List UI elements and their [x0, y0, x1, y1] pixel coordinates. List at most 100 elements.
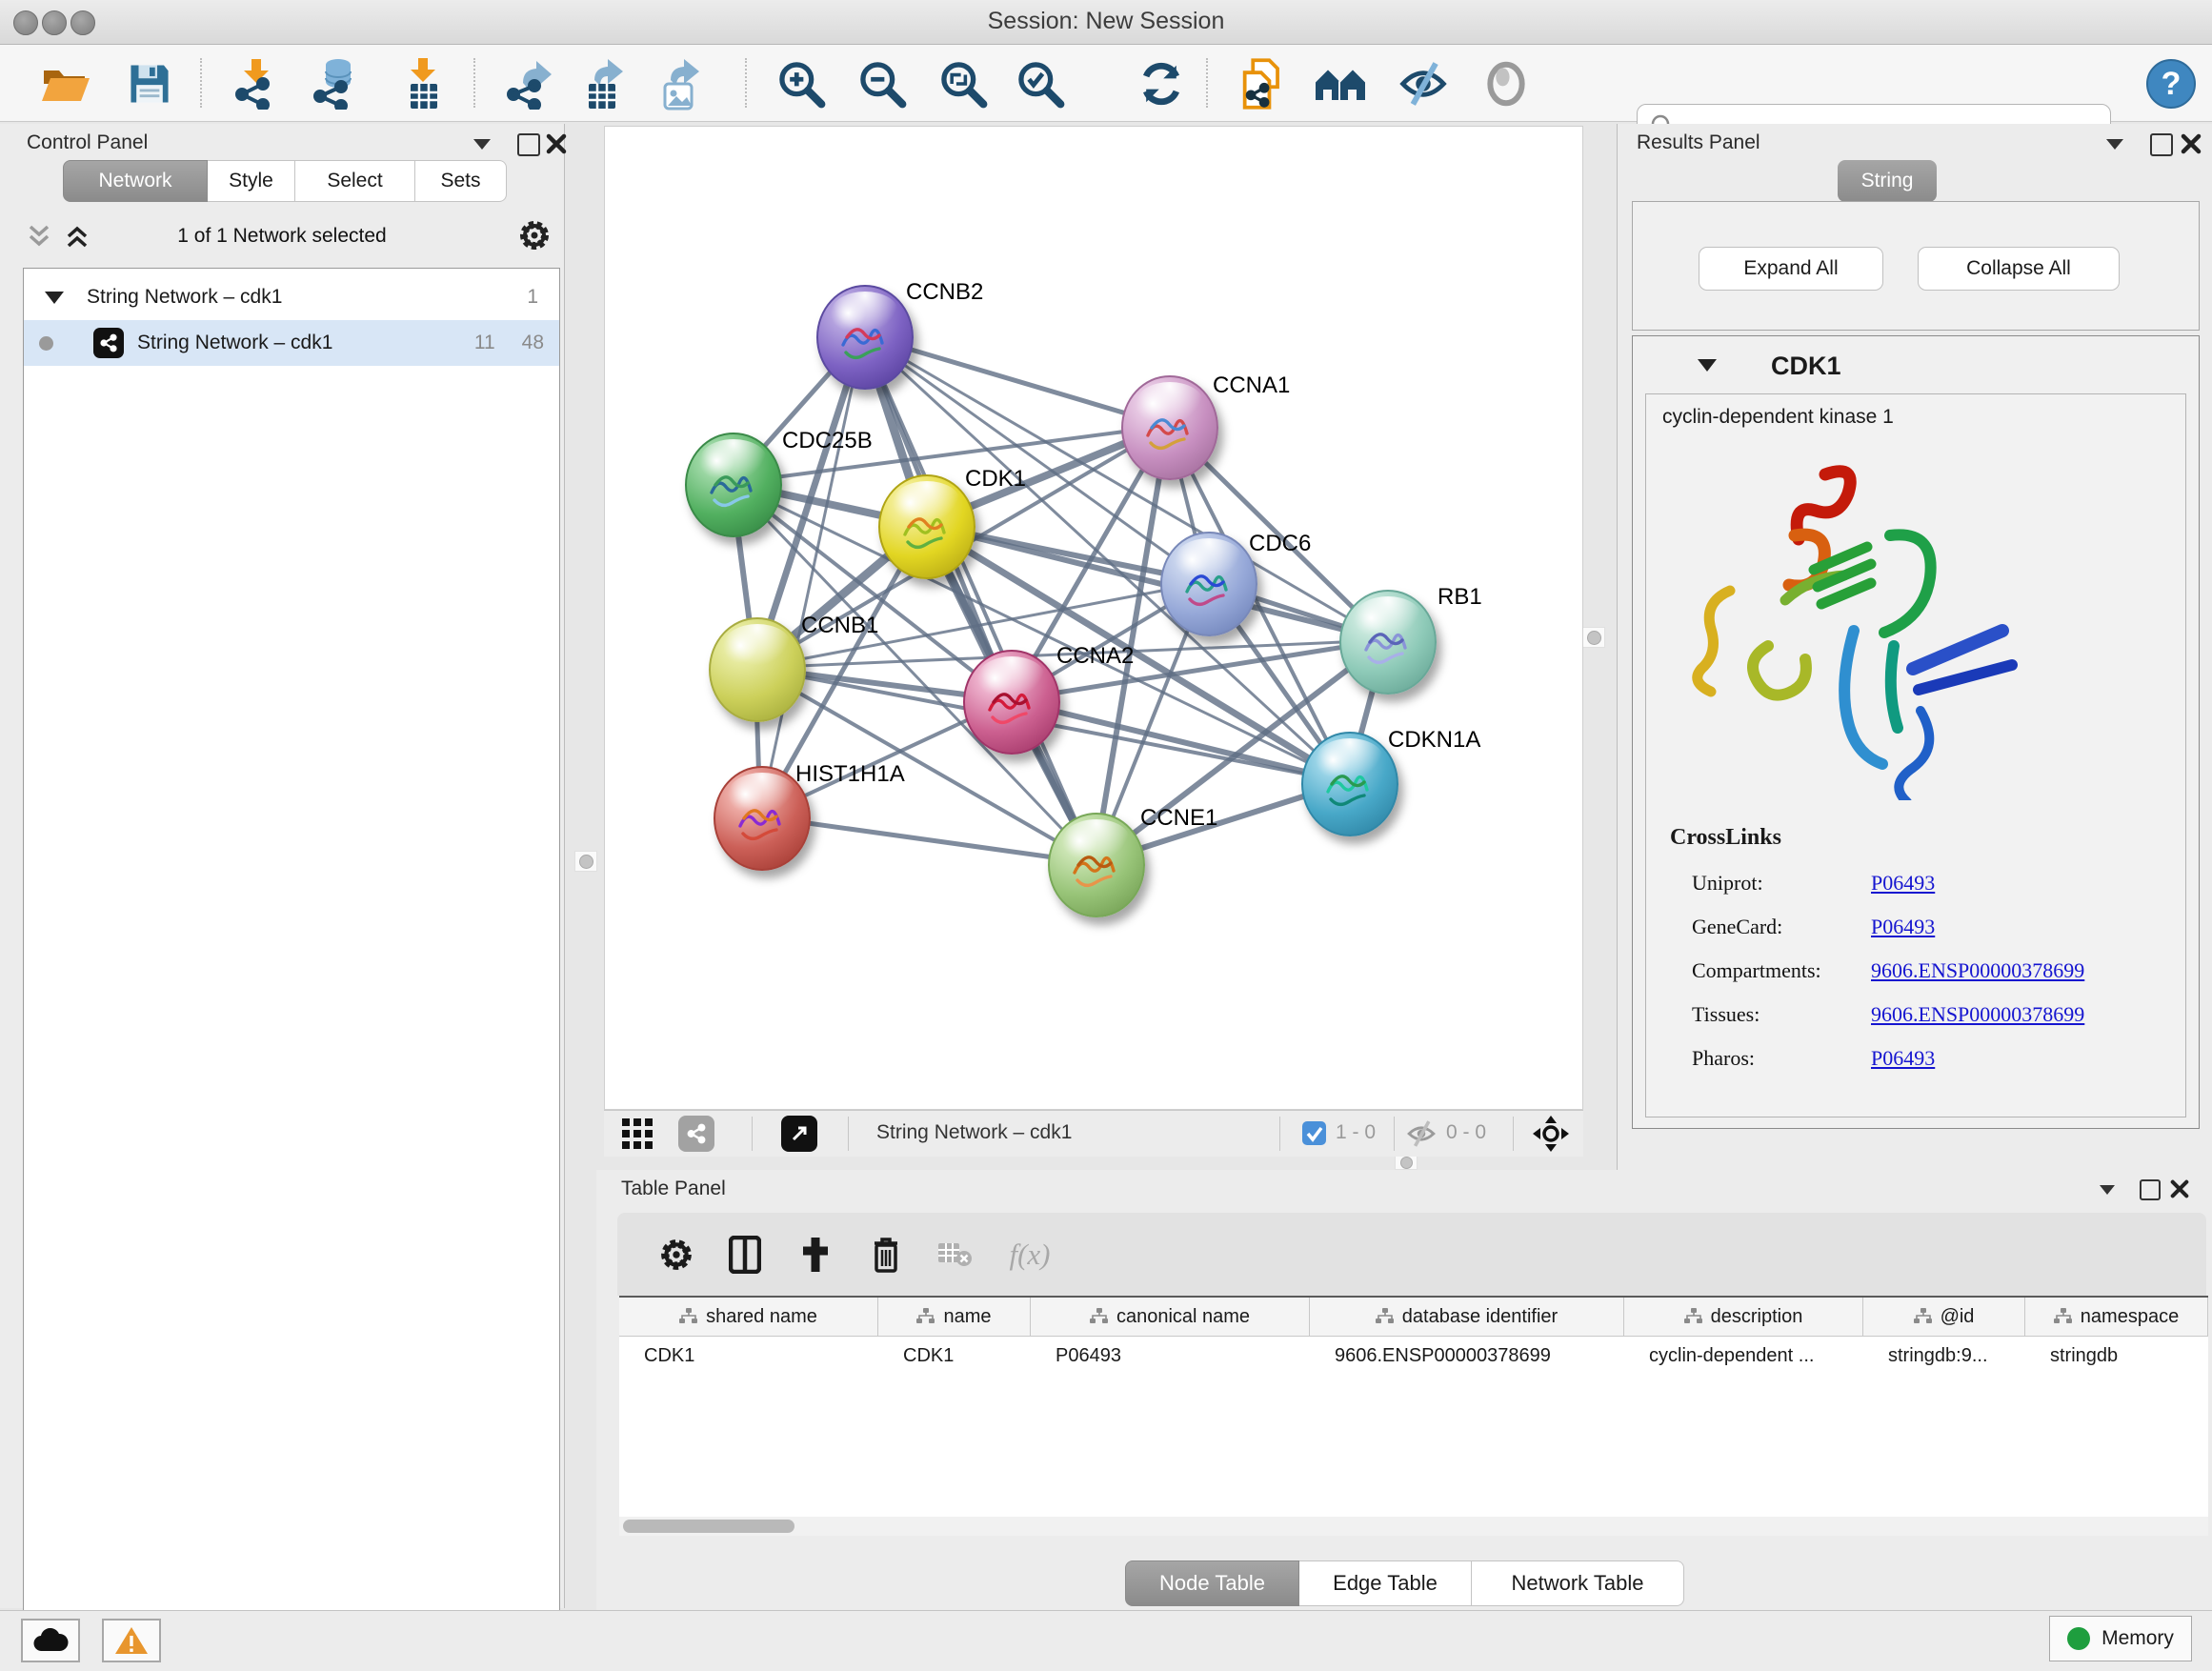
status-bar: Memory [0, 1610, 2212, 1671]
crosslink-label: Pharos: [1692, 1046, 1871, 1071]
expand-all-button[interactable]: Expand All [1699, 247, 1883, 291]
birds-eye-icon[interactable] [1532, 1115, 1570, 1153]
tab-network-table[interactable]: Network Table [1472, 1560, 1684, 1606]
hide-selected-button[interactable] [1396, 56, 1451, 111]
table-row[interactable]: CDK1CDK1P064939606.ENSP00000378699cyclin… [619, 1337, 2208, 1375]
gear-icon[interactable] [518, 219, 551, 252]
cloud-status-button[interactable] [21, 1619, 80, 1662]
delete-column-button[interactable] [865, 1234, 907, 1276]
column-header-description[interactable]: description [1624, 1298, 1863, 1336]
show-all-button[interactable] [1478, 56, 1534, 111]
export-network-button[interactable] [503, 56, 558, 111]
network-node-RB1[interactable] [1339, 590, 1437, 695]
cell-canonical-name: P06493 [1031, 1337, 1310, 1375]
selected-checkbox-icon[interactable] [1301, 1120, 1327, 1146]
table-tabs: Node TableEdge TableNetwork Table [1125, 1560, 1684, 1606]
tab-node-table[interactable]: Node Table [1125, 1560, 1299, 1606]
network-node-CCNA1[interactable] [1121, 375, 1218, 480]
column-header-shared-name[interactable]: shared name [619, 1298, 878, 1336]
memory-button[interactable]: Memory [2049, 1616, 2192, 1661]
bottom-splitter-handle[interactable] [1395, 1155, 1418, 1170]
columns-icon [729, 1236, 761, 1274]
hidden-count: 0 - 0 [1446, 1121, 1486, 1144]
table-settings-button[interactable] [655, 1234, 697, 1276]
clone-network-button[interactable] [1236, 56, 1291, 111]
import-network-from-database-button[interactable] [310, 56, 365, 111]
collapse-gene-icon[interactable] [1698, 359, 1717, 372]
node-label-HIST1H1A: HIST1H1A [795, 761, 905, 788]
collapse-all-button[interactable]: Collapse All [1918, 247, 2120, 291]
column-header-name[interactable]: name [878, 1298, 1031, 1336]
float-panel-icon[interactable] [2150, 133, 2173, 156]
collection-expand-icon[interactable] [45, 292, 64, 304]
control-panel-tabs: NetworkStyleSelectSets [63, 160, 507, 202]
column-header-database-identifier[interactable]: database identifier [1310, 1298, 1624, 1336]
warnings-button[interactable] [102, 1619, 161, 1662]
first-neighbors-button[interactable] [1313, 56, 1368, 111]
right-splitter-handle[interactable] [1582, 627, 1605, 648]
close-panel-icon[interactable] [2181, 133, 2202, 154]
network-row-selected[interactable]: String Network – cdk1 11 48 [24, 320, 559, 366]
crosslinks-title: CrossLinks [1670, 825, 1781, 851]
network-node-CDKN1A[interactable] [1301, 732, 1398, 836]
close-panel-icon[interactable] [546, 133, 567, 154]
help-icon: ? [2145, 58, 2197, 110]
grid-view-icon[interactable] [621, 1117, 654, 1150]
network-node-CCNE1[interactable] [1048, 813, 1145, 917]
crosslink-link[interactable]: 9606.ENSP00000378699 [1871, 958, 2084, 983]
zoom-fit-button[interactable] [935, 56, 991, 111]
tab-string[interactable]: String [1838, 160, 1937, 202]
export-image-button[interactable] [653, 56, 708, 111]
open-session-button[interactable] [38, 56, 93, 111]
network-view-icon[interactable] [678, 1116, 714, 1152]
panel-menu-icon[interactable] [2100, 1185, 2115, 1195]
show-columns-button[interactable] [724, 1234, 766, 1276]
close-panel-icon[interactable] [2170, 1179, 2189, 1198]
network-node-CCNA2[interactable] [963, 650, 1060, 755]
network-node-CDK1[interactable] [878, 474, 975, 579]
network-node-CDC25B[interactable] [685, 433, 782, 537]
tab-network[interactable]: Network [63, 160, 208, 202]
delete-table-button[interactable] [934, 1234, 975, 1276]
column-header-namespace[interactable]: namespace [2025, 1298, 2208, 1336]
crosslink-link[interactable]: P06493 [1871, 1046, 1935, 1071]
help-button[interactable]: ? [2143, 56, 2199, 111]
network-node-CCNB1[interactable] [709, 617, 806, 722]
network-node-CDC6[interactable] [1160, 532, 1257, 636]
float-panel-icon[interactable] [2140, 1179, 2161, 1200]
network-node-CCNB2[interactable] [816, 285, 914, 390]
export-table-button[interactable] [576, 56, 632, 111]
left-splitter-handle[interactable] [574, 851, 597, 872]
zoom-in-button[interactable] [774, 56, 829, 111]
tab-style[interactable]: Style [208, 160, 295, 202]
collection-count: 1 [527, 286, 538, 309]
import-table-button[interactable] [395, 56, 451, 111]
crosslink-link[interactable]: P06493 [1871, 871, 1935, 896]
network-canvas[interactable]: CCNB2CCNA1CDC25BCDK1CDC6RB1CCNB1CCNA2CDK… [604, 126, 1583, 1110]
detach-view-icon[interactable] [781, 1116, 817, 1152]
panel-menu-icon[interactable] [2106, 139, 2123, 150]
hscrollbar-thumb[interactable] [623, 1520, 794, 1533]
save-session-button[interactable] [122, 56, 177, 111]
column-header-canonical-name[interactable]: canonical name [1031, 1298, 1310, 1336]
column-header-@id[interactable]: @id [1863, 1298, 2025, 1336]
zoom-out-button[interactable] [855, 56, 910, 111]
svg-text:?: ? [2162, 66, 2182, 102]
results-panel-title: Results Panel [1637, 131, 1760, 154]
zoom-selected-button[interactable] [1013, 56, 1068, 111]
apply-layout-button[interactable] [1134, 56, 1189, 111]
crosslink-link[interactable]: 9606.ENSP00000378699 [1871, 1002, 2084, 1027]
create-column-button[interactable] [794, 1234, 836, 1276]
import-network-button[interactable] [229, 56, 284, 111]
node-label-CDKN1A: CDKN1A [1388, 727, 1480, 754]
panel-menu-icon[interactable] [473, 139, 491, 150]
float-panel-icon[interactable] [517, 133, 540, 156]
tab-edge-table[interactable]: Edge Table [1299, 1560, 1472, 1606]
crosslink-link[interactable]: P06493 [1871, 915, 1935, 939]
table-hscrollbar[interactable] [619, 1517, 2208, 1536]
function-builder-button[interactable]: f(x) [996, 1234, 1063, 1276]
zoom-out-icon [857, 59, 907, 109]
tab-sets[interactable]: Sets [415, 160, 507, 202]
tab-select[interactable]: Select [295, 160, 415, 202]
network-collection-row[interactable]: String Network – cdk1 1 [24, 274, 559, 320]
